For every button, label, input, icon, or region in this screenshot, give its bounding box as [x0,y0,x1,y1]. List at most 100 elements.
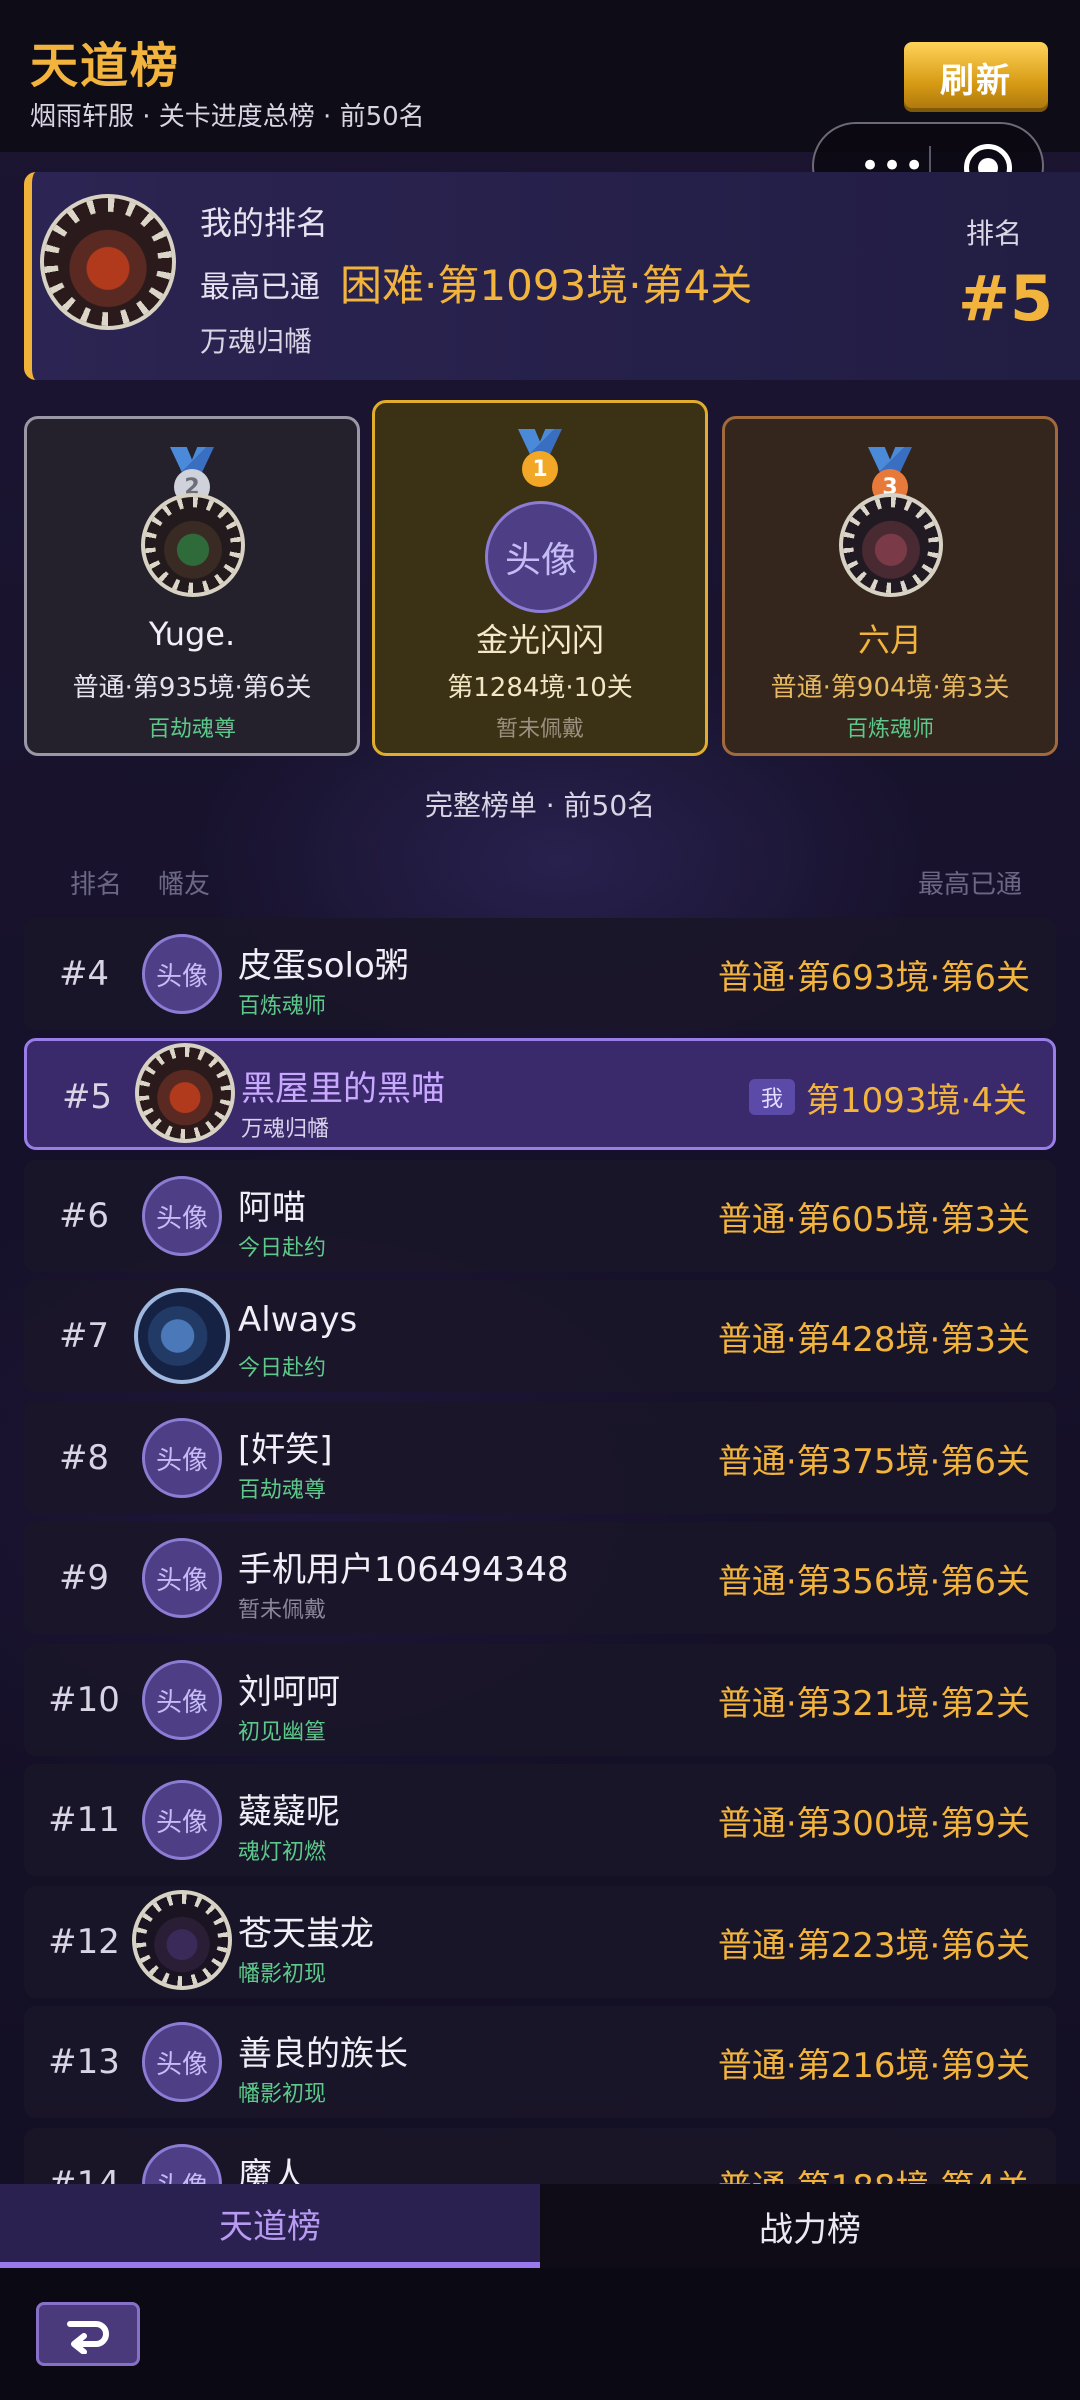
table-row[interactable]: #11 头像 薿薿呢 魂灯初燃 普通·第300境·第9关 [24,1764,1056,1876]
second-avatar [141,493,245,597]
row-best: 普通·第375境·第6关 [717,1442,1030,1482]
row-best: 普通·第300境·第9关 [717,1804,1030,1844]
row-title: 百炼魂师 [238,994,327,1019]
second-title: 百劫魂尊 [147,717,236,742]
back-button[interactable] [36,2302,140,2366]
my-rank-label: 我的排名 [200,204,329,242]
row-name: 皮蛋solo粥 [238,946,409,986]
my-avatar [40,194,176,330]
row-title: 初见幽篁 [238,1720,327,1745]
avatar: 头像 [142,1538,222,1618]
row-rank: #5 [61,1077,113,1117]
first-title: 暂未佩戴 [495,717,584,742]
row-title: 百劫魂尊 [238,1478,327,1503]
row-best: 普通·第428境·第3关 [717,1320,1030,1360]
row-best: 普通·第188境·第4关 [718,2160,1030,2184]
avatar [135,1043,235,1143]
row-rank: #6 [58,1196,110,1236]
second-name: Yuge. [148,615,236,653]
table-row[interactable]: #12 苍天蚩龙 幡影初现 普通·第223境·第6关 [24,1886,1056,1998]
row-best: 普通·第223境·第6关 [717,1926,1030,1966]
row-best: 普通·第356境·第6关 [717,1562,1030,1602]
row-rank: #10 [48,1680,120,1720]
podium-third[interactable]: 3 六月 普通·第904境·第3关 百炼魂师 [722,416,1058,756]
avatar: 头像 [142,1176,222,1256]
column-user: 幡友 [158,870,211,900]
row-best: 普通·第605境·第3关 [717,1200,1030,1240]
row-title: 暂未佩戴 [238,1598,327,1623]
rank-label: 排名 [966,217,1023,250]
tab-tiandao[interactable]: 天道榜 [0,2184,540,2268]
row-rank: #11 [48,1800,120,1840]
avatar: 头像 [142,2022,222,2102]
row-name: [奸笑] [238,1430,333,1470]
first-name: 金光闪闪 [475,621,604,659]
my-best-value: 困难·第1093境·第4关 [340,261,753,310]
row-rank: #13 [48,2042,120,2082]
avatar: 头像 [142,1418,222,1498]
avatar [134,1288,230,1384]
first-avatar: 头像 [485,501,597,613]
my-best-label: 最高已通 [200,270,320,305]
page-subtitle: 烟雨轩服 · 关卡进度总榜 · 前50名 [30,102,425,132]
column-rank: 排名 [70,870,123,900]
row-rank: #14 [48,2164,120,2184]
row-name: 善良的族长 [238,2034,408,2074]
row-best: 普通·第693境·第6关 [717,958,1030,998]
gold-medal-icon: 1 [514,429,566,495]
row-title: 幡影初现 [238,2082,327,2107]
table-row[interactable]: #9 头像 手机用户106494348 暂未佩戴 普通·第356境·第6关 [24,1522,1056,1634]
row-rank: #4 [58,954,110,994]
table-row[interactable]: #6 头像 阿喵 今日赴约 普通·第605境·第3关 [24,1160,1056,1272]
avatar: 头像 [142,1780,222,1860]
row-title: 今日赴约 [238,1236,327,1261]
avatar: 头像 [142,2144,222,2184]
row-name: 苍天蚩龙 [238,1914,374,1954]
row-rank: #12 [48,1922,120,1962]
row-title: 幡影初现 [238,1962,327,1987]
third-name: 六月 [857,621,922,659]
table-row[interactable]: #8 头像 [奸笑] 百劫魂尊 普通·第375境·第6关 [24,1402,1056,1514]
me-badge: 我 [749,1079,795,1115]
avatar: 头像 [142,934,222,1014]
row-name: 薿薿呢 [238,1792,340,1832]
my-title: 万魂归幡 [200,325,313,358]
podium-second[interactable]: 2 Yuge. 普通·第935境·第6关 百劫魂尊 [24,416,360,756]
first-stage: 第1284境·10关 [447,673,633,703]
page-title: 天道榜 [30,38,181,94]
row-name: 刘呵呵 [238,1672,340,1712]
table-row[interactable]: #10 头像 刘呵呵 初见幽篁 普通·第321境·第2关 [24,1644,1056,1756]
row-name: Always [238,1300,358,1340]
table-row[interactable]: #7 Always 今日赴约 普通·第428境·第3关 [24,1280,1056,1392]
row-name: 阿喵 [238,1188,306,1228]
row-name: 黑屋里的黑喵 [241,1069,445,1109]
column-best: 最高已通 [918,870,1023,900]
row-rank: #9 [58,1558,110,1598]
bottom-tab-bar: 天道榜 战力榜 [0,2184,1080,2268]
row-best: 普通·第321境·第2关 [717,1684,1030,1724]
return-arrow-icon [67,2321,109,2354]
row-best: 第1093境·4关 [806,1081,1027,1121]
leaderboard-list[interactable]: #4 头像 皮蛋solo粥 百炼魂师 普通·第693境·第6关 #5 黑屋里的黑… [0,918,1080,2184]
row-name: 魔人 [238,2156,306,2184]
table-row[interactable]: #4 头像 皮蛋solo粥 百炼魂师 普通·第693境·第6关 [24,918,1056,1030]
avatar: 头像 [142,1660,222,1740]
tab-power[interactable]: 战力榜 [540,2184,1080,2268]
row-name: 手机用户106494348 [238,1550,569,1590]
row-title: 万魂归幡 [241,1117,330,1142]
podium-first[interactable]: 1 头像 金光闪闪 第1284境·10关 暂未佩戴 [372,400,708,756]
refresh-button[interactable]: 刷新 [904,42,1048,112]
row-rank: #8 [58,1438,110,1478]
row-title: 魂灯初燃 [238,1840,327,1865]
table-row[interactable]: #14 头像 魔人 普通·第188境·第4关 [24,2128,1056,2184]
row-best: 普通·第216境·第9关 [717,2046,1030,2086]
rank-value: #5 [958,262,1054,335]
third-title: 百炼魂师 [845,717,934,742]
third-stage: 普通·第904境·第3关 [770,673,1010,703]
avatar [132,1890,232,1990]
bottom-bar [0,2268,1080,2400]
row-rank: #7 [58,1316,110,1356]
table-row-me[interactable]: #5 黑屋里的黑喵 万魂归幡 我 第1093境·4关 [24,1038,1056,1150]
my-rank-card: 我的排名 最高已通 困难·第1093境·第4关 万魂归幡 排名 #5 [24,172,1080,380]
table-row[interactable]: #13 头像 善良的族长 幡影初现 普通·第216境·第9关 [24,2006,1056,2118]
